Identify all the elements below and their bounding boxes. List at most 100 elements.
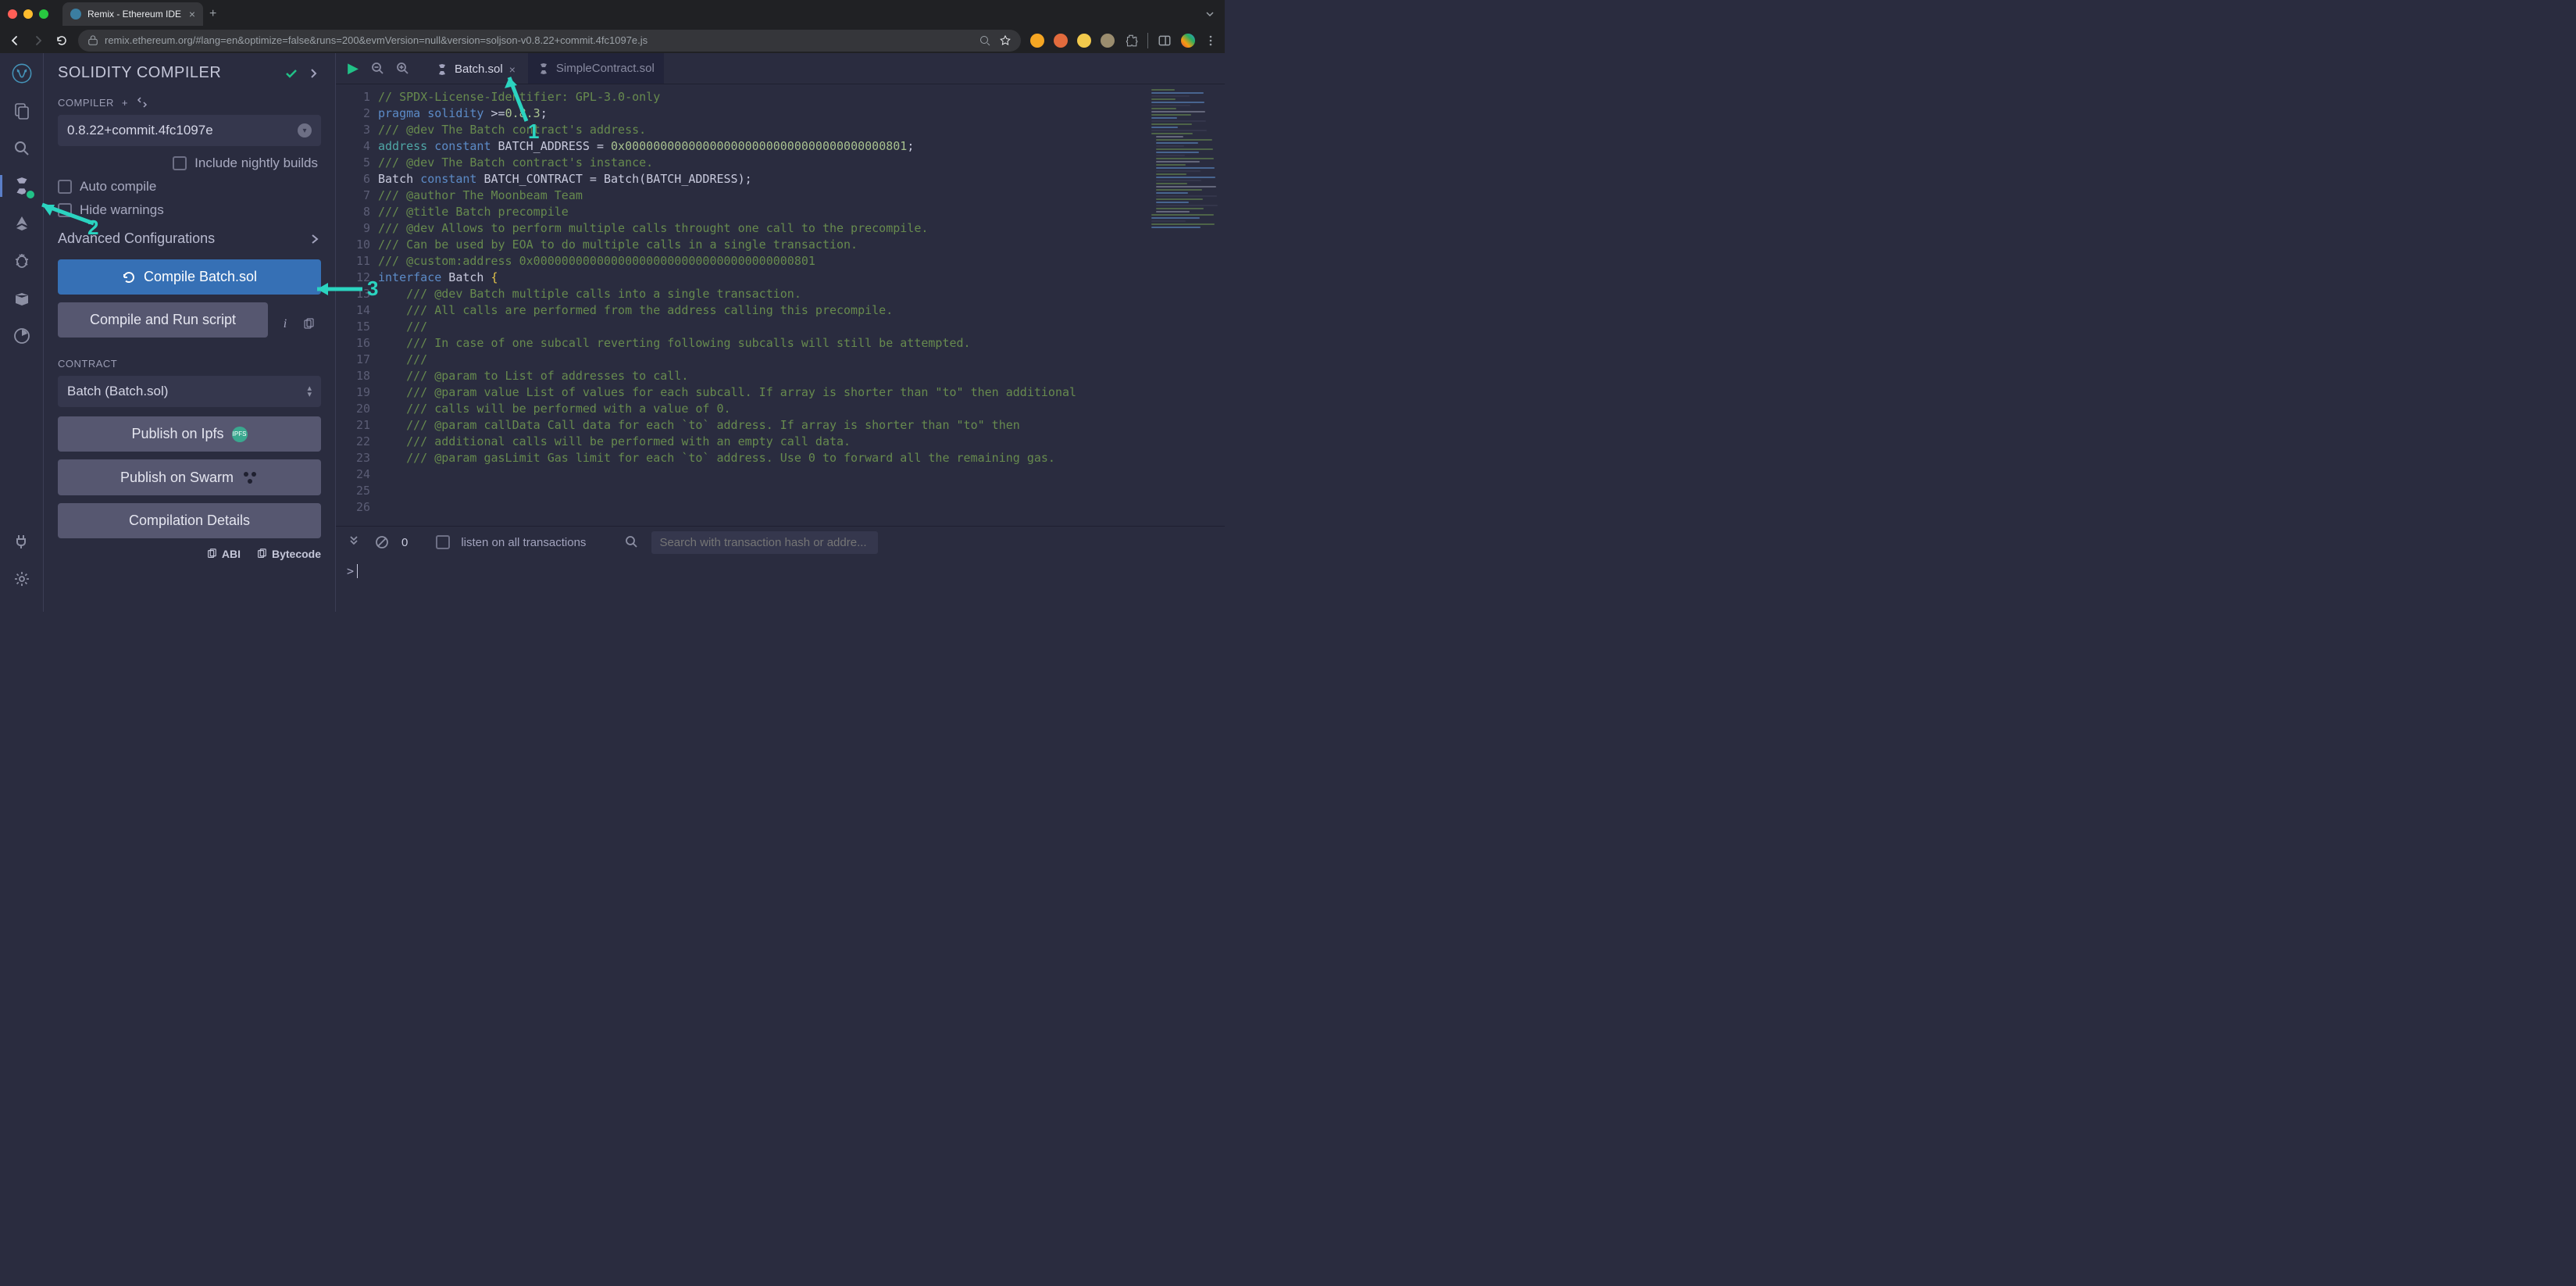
reload-button[interactable] <box>55 34 69 48</box>
compiler-version-value: 0.8.22+commit.4fc1097e <box>67 123 213 138</box>
copy-abi-button[interactable]: ABI <box>206 548 241 560</box>
contract-select[interactable]: Batch (Batch.sol) ▴▾ <box>58 376 321 407</box>
panel-collapse-icon[interactable] <box>307 66 321 80</box>
editor-tab-simplecontract[interactable]: SimpleContract.sol <box>528 53 664 84</box>
menu-kebab-icon[interactable] <box>1204 34 1217 47</box>
url-text: remix.ethereum.org/#lang=en&optimize=fal… <box>105 34 648 46</box>
terminal-search-input[interactable] <box>651 531 878 554</box>
close-window-button[interactable] <box>8 9 17 19</box>
address-bar[interactable]: remix.ethereum.org/#lang=en&optimize=fal… <box>78 30 1021 52</box>
terminal-panel: 0 listen on all transactions > <box>336 526 1225 612</box>
extension-icon[interactable] <box>1101 34 1115 48</box>
contract-selected: Batch (Batch.sol) <box>67 384 168 399</box>
autocompile-checkbox[interactable] <box>58 180 72 194</box>
plugin-manager-icon[interactable] <box>11 530 33 552</box>
nightly-label: Include nightly builds <box>194 155 318 171</box>
maximize-window-button[interactable] <box>39 9 48 19</box>
deploy-run-icon[interactable] <box>11 213 33 234</box>
remix-home-icon[interactable] <box>11 63 33 84</box>
terminal-search-icon[interactable] <box>623 534 640 551</box>
abi-label: ABI <box>222 548 241 560</box>
nightly-checkbox[interactable] <box>173 156 187 170</box>
terminal-collapse-icon[interactable] <box>345 534 362 551</box>
back-button[interactable] <box>8 34 22 48</box>
copy-bytecode-button[interactable]: Bytecode <box>256 548 321 560</box>
code-content[interactable]: // SPDX-License-Identifier: GPL-3.0-only… <box>378 84 1225 526</box>
profile-avatar-icon[interactable] <box>1181 34 1195 48</box>
debugger-icon[interactable] <box>11 250 33 272</box>
divider <box>1147 33 1148 48</box>
window-controls <box>8 9 48 19</box>
listen-checkbox[interactable] <box>436 535 450 549</box>
zoom-in-button[interactable] <box>392 58 414 80</box>
hidewarnings-checkbox[interactable] <box>58 203 72 217</box>
zoom-icon[interactable] <box>979 34 991 47</box>
compile-button[interactable]: Compile Batch.sol <box>58 259 321 295</box>
terminal-toolbar: 0 listen on all transactions <box>336 527 1225 558</box>
browser-tabbar: Remix - Ethereum IDE × + <box>0 0 1225 27</box>
copy-icon[interactable] <box>302 318 321 330</box>
panel-title: SOLIDITY COMPILER <box>58 64 276 82</box>
clear-terminal-icon[interactable] <box>373 534 391 551</box>
extensions-puzzle-icon[interactable] <box>1124 34 1138 48</box>
compile-success-badge-icon <box>25 189 36 200</box>
line-numbers: 1234567891011121314151617181920212223242… <box>336 84 378 526</box>
browser-chrome: Remix - Ethereum IDE × + remix.ethereum.… <box>0 0 1225 53</box>
compile-button-label: Compile Batch.sol <box>144 269 257 285</box>
remix-favicon <box>70 9 81 20</box>
extension-icon[interactable] <box>1054 34 1068 48</box>
publish-swarm-label: Publish on Swarm <box>120 470 234 486</box>
compile-run-button[interactable]: Compile and Run script <box>58 302 268 338</box>
publish-ipfs-label: Publish on Ipfs <box>131 426 223 442</box>
hidewarnings-label: Hide warnings <box>80 202 164 218</box>
forward-button[interactable] <box>31 34 45 48</box>
add-compiler-icon[interactable]: + <box>122 97 128 109</box>
advanced-config-toggle[interactable]: Advanced Configurations <box>58 230 321 247</box>
info-icon[interactable]: i <box>276 317 294 331</box>
extension-icon[interactable] <box>1077 34 1091 48</box>
select-chevron-icon: ▾ <box>298 123 312 138</box>
contract-label: CONTRACT <box>58 358 117 370</box>
compiler-panel: SOLIDITY COMPILER COMPILER + 0.8.22+comm… <box>44 53 336 612</box>
tabs-dropdown-icon[interactable] <box>1203 7 1217 21</box>
sidepanel-icon[interactable] <box>1158 34 1172 48</box>
file-explorer-icon[interactable] <box>11 100 33 122</box>
close-tab-icon[interactable]: × <box>509 63 516 76</box>
browser-toolbar: remix.ethereum.org/#lang=en&optimize=fal… <box>0 27 1225 53</box>
terminal-input[interactable]: > <box>336 558 1225 612</box>
site-info-icon[interactable] <box>87 35 98 46</box>
compiler-label: COMPILER <box>58 97 114 109</box>
editor-tabbar: ▶ Batch.sol × SimpleContract.sol <box>336 53 1225 84</box>
learneth-icon[interactable] <box>11 288 33 309</box>
select-updown-icon: ▴▾ <box>307 385 312 398</box>
zoom-out-button[interactable] <box>367 58 389 80</box>
publish-ipfs-button[interactable]: Publish on Ipfs IPFS <box>58 416 321 452</box>
extension-icon[interactable] <box>1030 34 1044 48</box>
copy-icon <box>256 548 267 559</box>
swarm-badge-icon <box>241 469 259 486</box>
solidity-compiler-icon[interactable] <box>11 175 33 197</box>
analytics-icon[interactable] <box>11 325 33 347</box>
solidity-file-icon <box>436 63 448 76</box>
compile-success-check-icon <box>284 66 299 81</box>
bookmark-star-icon[interactable] <box>999 34 1011 47</box>
compiler-version-select[interactable]: 0.8.22+commit.4fc1097e ▾ <box>58 115 321 146</box>
chevron-right-icon <box>309 233 321 245</box>
main-area: ▶ Batch.sol × SimpleContract.sol 1234567… <box>336 53 1225 612</box>
new-tab-button[interactable]: + <box>209 7 216 21</box>
settings-gear-icon[interactable] <box>11 568 33 590</box>
browser-tab-remix[interactable]: Remix - Ethereum IDE × <box>62 2 203 26</box>
close-tab-icon[interactable]: × <box>189 8 195 20</box>
activity-bar <box>0 53 44 612</box>
compilation-details-button[interactable]: Compilation Details <box>58 503 321 538</box>
publish-swarm-button[interactable]: Publish on Swarm <box>58 459 321 495</box>
run-script-button[interactable]: ▶ <box>342 58 364 80</box>
editor-tab-batch[interactable]: Batch.sol × <box>426 53 525 84</box>
code-editor[interactable]: 1234567891011121314151617181920212223242… <box>336 84 1225 526</box>
local-compiler-icon[interactable] <box>136 96 148 109</box>
bytecode-label: Bytecode <box>272 548 321 560</box>
compilation-details-label: Compilation Details <box>129 513 250 529</box>
ipfs-badge-icon: IPFS <box>232 427 248 442</box>
search-icon[interactable] <box>11 138 33 159</box>
minimize-window-button[interactable] <box>23 9 33 19</box>
